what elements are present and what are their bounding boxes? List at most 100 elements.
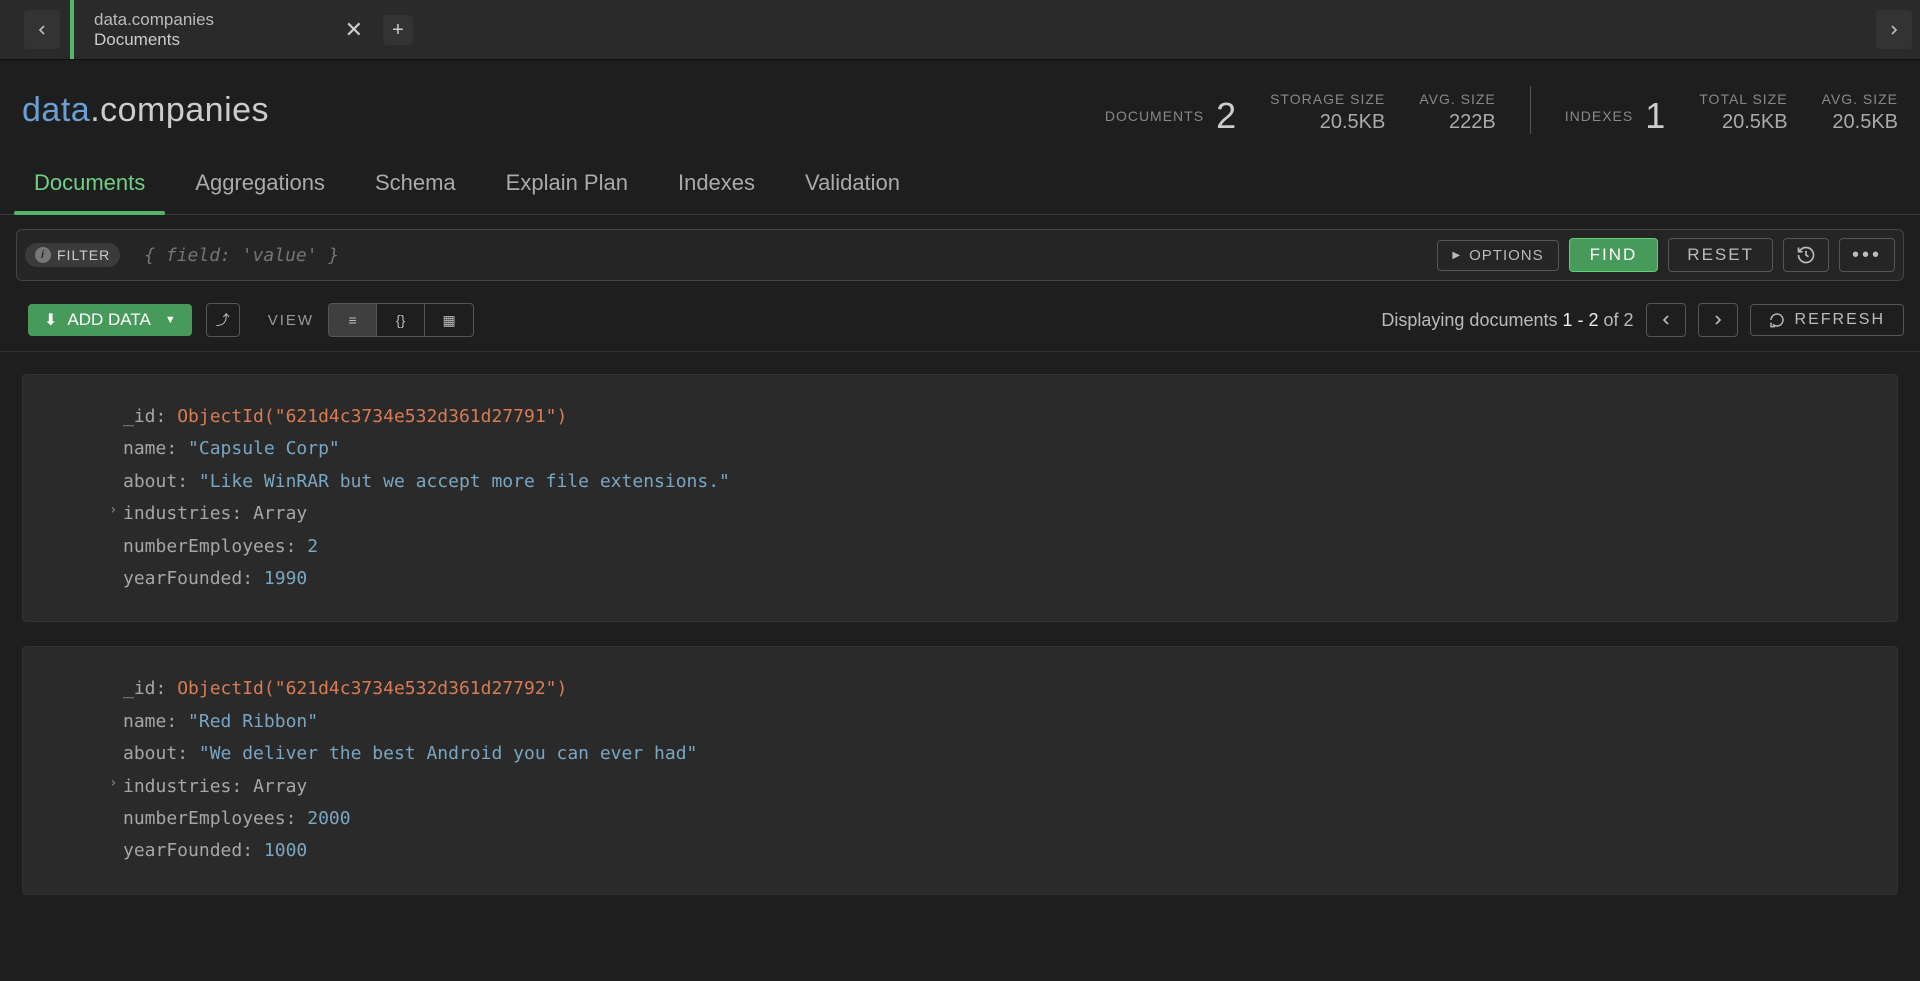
stat-idx-avg-size: AVG. SIZE 20.5KB [1822, 91, 1898, 134]
more-button[interactable]: ••• [1839, 238, 1895, 272]
options-button[interactable]: ▶ OPTIONS [1437, 240, 1558, 271]
tab-title: data.companies [94, 10, 355, 30]
info-icon: i [35, 247, 51, 263]
history-icon [1796, 245, 1816, 265]
field-key: yearFounded [123, 568, 242, 589]
field-row-expandable[interactable]: ›industries: Array [123, 498, 1871, 530]
field-row: name: "Red Ribbon" [123, 706, 1871, 738]
field-value: ObjectId("621d4c3734e532d361d27791") [177, 406, 567, 427]
collection-stats: DOCUMENTS 2 STORAGE SIZE 20.5KB AVG. SIZ… [1105, 86, 1898, 134]
stat-documents-value: 2 [1216, 98, 1236, 134]
field-row-expandable[interactable]: ›industries: Array [123, 771, 1871, 803]
tab-explain-plan[interactable]: Explain Plan [506, 160, 628, 214]
filter-input[interactable] [130, 245, 1427, 266]
tab-documents[interactable]: Documents [34, 160, 145, 214]
view-table-button[interactable]: ▦ [425, 304, 473, 336]
tab-schema[interactable]: Schema [375, 160, 456, 214]
chevron-right-icon[interactable]: › [109, 498, 117, 523]
history-button[interactable] [1783, 238, 1829, 272]
chevron-left-icon [34, 22, 50, 38]
braces-icon: {} [396, 312, 405, 328]
tab-validation[interactable]: Validation [805, 160, 900, 214]
field-value: "We deliver the best Android you can eve… [199, 743, 698, 764]
field-key: about [123, 471, 177, 492]
field-key: about [123, 743, 177, 764]
tab-bar: data.companies Documents ✕ + [0, 0, 1920, 60]
nav-back-button[interactable] [24, 10, 60, 49]
field-key: yearFounded [123, 840, 242, 861]
filter-badge: i FILTER [25, 243, 120, 267]
view-mode-group: ≡ {} ▦ [328, 303, 474, 337]
new-tab-button[interactable]: + [383, 15, 413, 45]
field-row: numberEmployees: 2 [123, 531, 1871, 563]
tab-active[interactable]: data.companies Documents ✕ [70, 0, 375, 59]
stat-indexes-label: INDEXES [1565, 108, 1633, 124]
caret-right-icon: ▶ [1452, 250, 1461, 261]
stat-avg-size: AVG. SIZE 222B [1419, 91, 1495, 134]
field-value: "Like WinRAR but we accept more file ext… [199, 471, 730, 492]
field-value: 1990 [264, 568, 307, 589]
find-button[interactable]: FIND [1569, 238, 1659, 272]
refresh-icon [1769, 312, 1785, 328]
tab-subtitle: Documents [94, 30, 355, 50]
tab-indexes[interactable]: Indexes [678, 160, 755, 214]
stat-avg-size-label: AVG. SIZE [1419, 91, 1495, 107]
field-type: Array [253, 503, 307, 524]
field-row: about: "Like WinRAR but we accept more f… [123, 466, 1871, 498]
field-key: name [123, 438, 166, 459]
field-key: industries [123, 503, 231, 524]
upload-icon: ⤴ [216, 310, 230, 330]
view-json-button[interactable]: {} [377, 304, 425, 336]
view-list-button[interactable]: ≡ [329, 304, 377, 336]
add-data-button[interactable]: ⬇ ADD DATA ▼ [28, 304, 192, 336]
field-value: "Capsule Corp" [188, 438, 340, 459]
refresh-label: REFRESH [1795, 311, 1885, 329]
field-key: numberEmployees [123, 808, 286, 829]
field-key: numberEmployees [123, 536, 286, 557]
field-row: yearFounded: 1000 [123, 835, 1871, 867]
stat-total-size-value: 20.5KB [1722, 111, 1788, 134]
field-value: ObjectId("621d4c3734e532d361d27792") [177, 678, 567, 699]
list-icon: ≡ [348, 312, 356, 328]
reset-button[interactable]: RESET [1668, 238, 1773, 272]
filter-bar: i FILTER ▶ OPTIONS FIND RESET ••• [16, 229, 1904, 281]
collection-name: data.companies [22, 91, 269, 130]
document-card[interactable]: _id: ObjectId("621d4c3734e532d361d27791"… [22, 374, 1898, 622]
stat-total-size-label: TOTAL SIZE [1699, 91, 1787, 107]
close-icon[interactable]: ✕ [345, 19, 363, 41]
page-prev-button[interactable] [1646, 303, 1686, 337]
field-value: "Red Ribbon" [188, 711, 318, 732]
field-value: 2 [307, 536, 318, 557]
stat-divider [1530, 86, 1531, 134]
plus-icon: + [392, 19, 404, 42]
field-type: Array [253, 776, 307, 797]
pager-range: 1 - 2 [1562, 310, 1598, 330]
field-row: numberEmployees: 2000 [123, 803, 1871, 835]
field-row: name: "Capsule Corp" [123, 433, 1871, 465]
stat-documents: DOCUMENTS 2 [1105, 98, 1236, 134]
page-next-button[interactable] [1698, 303, 1738, 337]
add-data-label: ADD DATA [67, 310, 150, 330]
collection-header: data.companies DOCUMENTS 2 STORAGE SIZE … [0, 60, 1920, 150]
stat-idx-avg-size-value: 20.5KB [1832, 111, 1898, 134]
chevron-right-icon [1710, 312, 1726, 328]
document-card[interactable]: _id: ObjectId("621d4c3734e532d361d27792"… [22, 646, 1898, 894]
refresh-button[interactable]: REFRESH [1750, 304, 1904, 336]
chevron-right-icon [1886, 22, 1902, 38]
chevron-right-icon[interactable]: › [109, 771, 117, 796]
stat-total-size: TOTAL SIZE 20.5KB [1699, 91, 1787, 134]
pager-total: 2 [1624, 310, 1634, 330]
import-button[interactable]: ⤴ [206, 303, 240, 337]
options-label: OPTIONS [1469, 247, 1544, 264]
pager-text: Displaying documents 1 - 2 of 2 [1381, 310, 1633, 331]
field-key: industries [123, 776, 231, 797]
field-value: 2000 [307, 808, 350, 829]
nav-forward-button[interactable] [1876, 10, 1912, 49]
caret-down-icon: ▼ [165, 314, 176, 326]
tab-aggregations[interactable]: Aggregations [195, 160, 325, 214]
stat-idx-avg-size-label: AVG. SIZE [1822, 91, 1898, 107]
field-key: _id [123, 678, 156, 699]
chevron-left-icon [1658, 312, 1674, 328]
db-name: data [22, 91, 90, 129]
stat-indexes-value: 1 [1645, 98, 1665, 134]
